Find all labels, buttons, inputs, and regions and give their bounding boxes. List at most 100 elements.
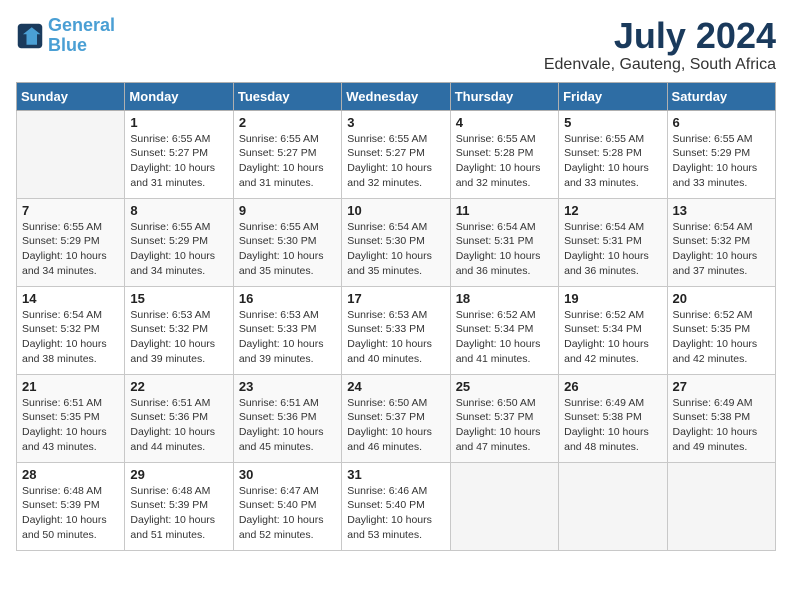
day-info: Sunrise: 6:50 AMSunset: 5:37 PMDaylight:… xyxy=(456,396,553,455)
calendar-cell: 28Sunrise: 6:48 AMSunset: 5:39 PMDayligh… xyxy=(17,462,125,550)
day-info: Sunrise: 6:46 AMSunset: 5:40 PMDaylight:… xyxy=(347,484,444,543)
calendar-cell: 15 Sunrise: 6:53 AMSunset: 5:32 PMDayligh… xyxy=(125,286,233,374)
calendar-cell: 1 Sunrise: 6:55 AMSunset: 5:27 PMDaylight… xyxy=(125,110,233,198)
day-number: 11 xyxy=(456,203,553,218)
calendar-header-friday: Friday xyxy=(559,82,667,110)
day-number: 1 xyxy=(130,115,227,130)
day-number: 16 xyxy=(239,291,336,306)
day-number: 20 xyxy=(673,291,770,306)
day-info: Sunrise: 6:51 AMSunset: 5:35 PMDaylight:… xyxy=(22,396,119,455)
calendar-header-monday: Monday xyxy=(125,82,233,110)
day-number: 23 xyxy=(239,379,336,394)
day-info: Sunrise: 6:49 AMSunset: 5:38 PMDaylight:… xyxy=(564,396,661,455)
day-number: 4 xyxy=(456,115,553,130)
calendar-week-row: 28 Sunrise: 6:48 AMSunset: 5:39 PMDayligh… xyxy=(17,462,776,550)
calendar-header-tuesday: Tuesday xyxy=(233,82,341,110)
day-number: 15 xyxy=(130,291,227,306)
day-number: 24 xyxy=(347,379,444,394)
day-number: 17 xyxy=(347,291,444,306)
day-info: Sunrise: 6:55 AMSunset: 5:30 PMDaylight:… xyxy=(239,220,336,279)
calendar-cell: 25 Sunrise: 6:50 AMSunset: 5:37 PMDayligh… xyxy=(450,374,558,462)
calendar-cell: 22Sunrise: 6:51 AMSunset: 5:36 PMDayligh… xyxy=(125,374,233,462)
calendar-cell: 7 Sunrise: 6:55 AMSunset: 5:29 PMDaylight… xyxy=(17,198,125,286)
calendar-week-row: 14Sunrise: 6:54 AMSunset: 5:32 PMDayligh… xyxy=(17,286,776,374)
calendar-cell: 17 Sunrise: 6:53 AMSunset: 5:33 PMDayligh… xyxy=(342,286,450,374)
calendar-week-row: 7 Sunrise: 6:55 AMSunset: 5:29 PMDaylight… xyxy=(17,198,776,286)
day-info: Sunrise: 6:52 AMSunset: 5:34 PMDaylight:… xyxy=(456,308,553,367)
day-info: Sunrise: 6:55 AMSunset: 5:27 PMDaylight:… xyxy=(347,132,444,191)
day-info: Sunrise: 6:53 AMSunset: 5:32 PMDaylight:… xyxy=(130,308,227,367)
calendar-header-saturday: Saturday xyxy=(667,82,775,110)
day-number: 13 xyxy=(673,203,770,218)
month-year: July 2024 xyxy=(544,16,776,56)
calendar-cell: 23 Sunrise: 6:51 AMSunset: 5:36 PMDayligh… xyxy=(233,374,341,462)
day-info: Sunrise: 6:52 AMSunset: 5:34 PMDaylight:… xyxy=(564,308,661,367)
calendar-cell: 3Sunrise: 6:55 AMSunset: 5:27 PMDaylight… xyxy=(342,110,450,198)
day-info: Sunrise: 6:52 AMSunset: 5:35 PMDaylight:… xyxy=(673,308,770,367)
location: Edenvale, Gauteng, South Africa xyxy=(544,56,776,74)
day-info: Sunrise: 6:53 AMSunset: 5:33 PMDaylight:… xyxy=(347,308,444,367)
calendar-cell: 30 Sunrise: 6:47 AMSunset: 5:40 PMDayligh… xyxy=(233,462,341,550)
calendar-week-row: 21 Sunrise: 6:51 AMSunset: 5:35 PMDayligh… xyxy=(17,374,776,462)
day-number: 9 xyxy=(239,203,336,218)
day-info: Sunrise: 6:55 AMSunset: 5:29 PMDaylight:… xyxy=(22,220,119,279)
calendar-cell: 16 Sunrise: 6:53 AMSunset: 5:33 PMDayligh… xyxy=(233,286,341,374)
calendar-header-thursday: Thursday xyxy=(450,82,558,110)
calendar-table: SundayMondayTuesdayWednesdayThursdayFrid… xyxy=(16,82,776,551)
day-number: 25 xyxy=(456,379,553,394)
calendar-cell: 14Sunrise: 6:54 AMSunset: 5:32 PMDayligh… xyxy=(17,286,125,374)
title-block: July 2024 Edenvale, Gauteng, South Afric… xyxy=(544,16,776,74)
calendar-cell: 26 Sunrise: 6:49 AMSunset: 5:38 PMDayligh… xyxy=(559,374,667,462)
calendar-cell xyxy=(559,462,667,550)
calendar-header-wednesday: Wednesday xyxy=(342,82,450,110)
calendar-cell: 12Sunrise: 6:54 AMSunset: 5:31 PMDayligh… xyxy=(559,198,667,286)
day-number: 2 xyxy=(239,115,336,130)
day-info: Sunrise: 6:55 AMSunset: 5:27 PMDaylight:… xyxy=(239,132,336,191)
day-info: Sunrise: 6:55 AMSunset: 5:27 PMDaylight:… xyxy=(130,132,227,191)
calendar-cell: 13Sunrise: 6:54 AMSunset: 5:32 PMDayligh… xyxy=(667,198,775,286)
calendar-cell: 5 Sunrise: 6:55 AMSunset: 5:28 PMDaylight… xyxy=(559,110,667,198)
page-header: General Blue July 2024 Edenvale, Gauteng… xyxy=(16,16,776,74)
day-number: 10 xyxy=(347,203,444,218)
logo-text: General Blue xyxy=(48,16,115,56)
calendar-cell: 2 Sunrise: 6:55 AMSunset: 5:27 PMDaylight… xyxy=(233,110,341,198)
logo-icon xyxy=(16,22,44,50)
calendar-cell: 31 Sunrise: 6:46 AMSunset: 5:40 PMDayligh… xyxy=(342,462,450,550)
day-number: 8 xyxy=(130,203,227,218)
calendar-cell: 9 Sunrise: 6:55 AMSunset: 5:30 PMDaylight… xyxy=(233,198,341,286)
day-info: Sunrise: 6:53 AMSunset: 5:33 PMDaylight:… xyxy=(239,308,336,367)
calendar-cell: 6 Sunrise: 6:55 AMSunset: 5:29 PMDaylight… xyxy=(667,110,775,198)
day-number: 26 xyxy=(564,379,661,394)
calendar-cell: 8 Sunrise: 6:55 AMSunset: 5:29 PMDaylight… xyxy=(125,198,233,286)
day-info: Sunrise: 6:55 AMSunset: 5:28 PMDaylight:… xyxy=(456,132,553,191)
day-number: 5 xyxy=(564,115,661,130)
logo: General Blue xyxy=(16,16,115,56)
day-number: 21 xyxy=(22,379,119,394)
calendar-header-row: SundayMondayTuesdayWednesdayThursdayFrid… xyxy=(17,82,776,110)
day-info: Sunrise: 6:51 AMSunset: 5:36 PMDaylight:… xyxy=(130,396,227,455)
calendar-cell: 4 Sunrise: 6:55 AMSunset: 5:28 PMDaylight… xyxy=(450,110,558,198)
day-info: Sunrise: 6:47 AMSunset: 5:40 PMDaylight:… xyxy=(239,484,336,543)
calendar-cell: 11Sunrise: 6:54 AMSunset: 5:31 PMDayligh… xyxy=(450,198,558,286)
calendar-cell: 21 Sunrise: 6:51 AMSunset: 5:35 PMDayligh… xyxy=(17,374,125,462)
day-info: Sunrise: 6:48 AMSunset: 5:39 PMDaylight:… xyxy=(130,484,227,543)
day-number: 30 xyxy=(239,467,336,482)
day-info: Sunrise: 6:51 AMSunset: 5:36 PMDaylight:… xyxy=(239,396,336,455)
calendar-cell: 27Sunrise: 6:49 AMSunset: 5:38 PMDayligh… xyxy=(667,374,775,462)
calendar-cell: 19Sunrise: 6:52 AMSunset: 5:34 PMDayligh… xyxy=(559,286,667,374)
day-info: Sunrise: 6:54 AMSunset: 5:30 PMDaylight:… xyxy=(347,220,444,279)
day-number: 28 xyxy=(22,467,119,482)
day-info: Sunrise: 6:55 AMSunset: 5:29 PMDaylight:… xyxy=(673,132,770,191)
calendar-cell: 20 Sunrise: 6:52 AMSunset: 5:35 PMDayligh… xyxy=(667,286,775,374)
day-number: 7 xyxy=(22,203,119,218)
day-number: 31 xyxy=(347,467,444,482)
day-info: Sunrise: 6:55 AMSunset: 5:29 PMDaylight:… xyxy=(130,220,227,279)
day-info: Sunrise: 6:54 AMSunset: 5:31 PMDaylight:… xyxy=(564,220,661,279)
day-number: 18 xyxy=(456,291,553,306)
calendar-cell: 29Sunrise: 6:48 AMSunset: 5:39 PMDayligh… xyxy=(125,462,233,550)
day-info: Sunrise: 6:55 AMSunset: 5:28 PMDaylight:… xyxy=(564,132,661,191)
calendar-cell: 10 Sunrise: 6:54 AMSunset: 5:30 PMDayligh… xyxy=(342,198,450,286)
day-number: 27 xyxy=(673,379,770,394)
day-number: 6 xyxy=(673,115,770,130)
calendar-cell xyxy=(17,110,125,198)
